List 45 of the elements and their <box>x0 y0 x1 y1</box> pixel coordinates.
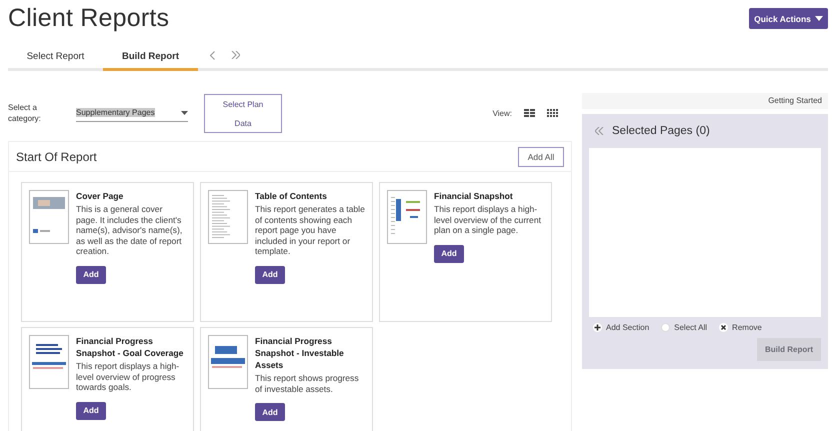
category-label: Select a category: <box>8 102 42 124</box>
view-label: View: <box>492 108 512 118</box>
action-link[interactable]: Select All <box>674 323 708 332</box>
double-chevron-right-icon[interactable] <box>231 51 240 59</box>
selected-pages-title: Selected Pages (0) <box>612 125 710 137</box>
list-view-icon[interactable] <box>524 109 535 117</box>
getting-started-link[interactable]: Getting Started <box>768 96 822 105</box>
card-title: Financial Progress Snapshot - Goal Coverage <box>76 335 184 359</box>
circle-icon <box>661 323 670 332</box>
report-thumbnail <box>387 190 427 244</box>
select-plan-data-button[interactable]: Select Plan Data <box>204 94 282 132</box>
add-button[interactable]: Add <box>434 244 464 262</box>
section-title: Start Of Report <box>16 150 97 164</box>
report-thumbnail <box>29 190 69 244</box>
card-title: Table of Contents <box>255 190 327 202</box>
action-link[interactable]: Add Section <box>606 323 650 332</box>
caret-icon <box>181 110 188 114</box>
card-title: Cover Page <box>76 190 124 202</box>
card-description: This report displays a high-level overview of progress towards goals. <box>76 361 180 392</box>
close-icon <box>719 323 728 332</box>
add-button[interactable]: Add <box>255 403 285 421</box>
add-all-button[interactable]: Add All <box>518 146 564 166</box>
caret-icon <box>814 16 823 21</box>
action-link[interactable]: Remove <box>732 323 762 332</box>
chevron-left-icon[interactable] <box>210 51 215 60</box>
grid-view-icon[interactable] <box>547 109 558 117</box>
card-description: This report generates a table of contents showing each report page you have included in your report or template. <box>255 204 365 256</box>
card-title: Financial Progress Snapshot - Investable Assets <box>255 335 345 371</box>
report-thumbnail <box>208 190 248 244</box>
report-thumbnail <box>29 335 69 389</box>
quick-actions-button[interactable]: Quick Actions <box>749 8 828 29</box>
report-thumbnail <box>208 335 248 389</box>
add-button[interactable]: Add <box>255 266 285 284</box>
double-chevron-left-icon[interactable] <box>595 127 604 135</box>
add-button[interactable]: Add <box>76 402 106 420</box>
plus-icon <box>593 323 602 332</box>
page-title: Client Reports <box>8 4 170 33</box>
tab[interactable]: Build Report <box>103 47 198 71</box>
card-title: Financial Snapshot <box>434 190 513 202</box>
card-description: This report shows progress of investable assets. <box>255 373 360 394</box>
add-button[interactable]: Add <box>76 266 106 284</box>
card-description: This report displays a high-level overview of the current plan on a single page. <box>434 204 542 236</box>
card-description: This is a general cover page. It includes the client's name(s), advisor's name(s), as well as the date of report creation. <box>76 204 184 256</box>
category-dropdown[interactable]: Supplementary Pages <box>76 104 188 122</box>
tab[interactable]: Select Report <box>8 47 103 71</box>
